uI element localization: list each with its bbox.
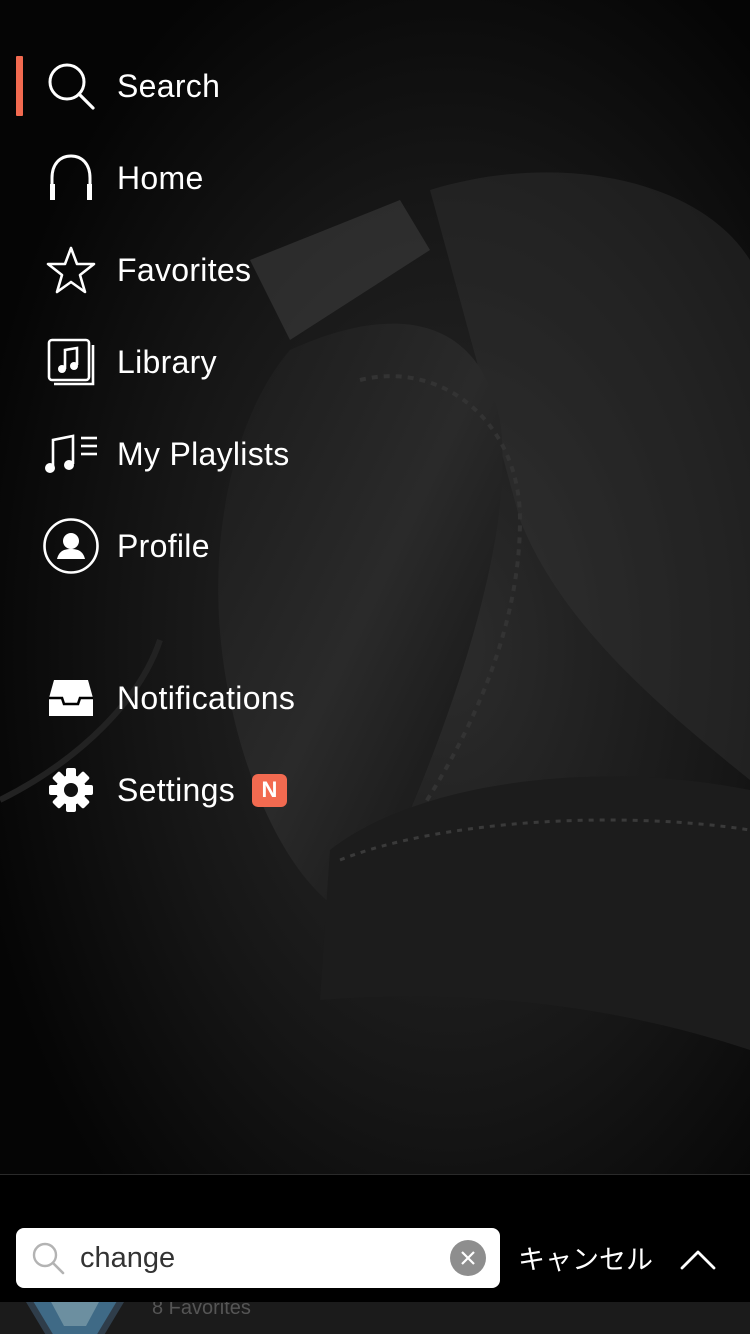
new-badge: N [252,773,287,807]
search-icon [32,1242,65,1275]
star-icon [40,239,102,301]
list-peek: 8 Favorites [0,1302,750,1334]
search-field[interactable] [16,1228,500,1288]
search-icon [40,55,102,117]
menu-item-label: Profile [117,528,210,564]
inbox-icon [40,667,102,729]
menu-item-my-playlists[interactable]: My Playlists [0,408,520,500]
active-indicator [16,56,23,116]
menu-item-label: Notifications [117,680,296,716]
menu-item-label: Home [117,160,204,196]
menu-item-label: Library [117,344,217,380]
headphones-icon [40,147,102,209]
profile-icon [40,515,102,577]
menu-item-favorites[interactable]: Favorites [0,224,520,316]
menu-item-label: Settings [117,772,236,808]
menu-item-label: My Playlists [117,436,290,472]
menu-item-search[interactable]: Search [0,40,520,132]
menu-item-home[interactable]: Home [0,132,520,224]
gear-icon [40,759,102,821]
cancel-button[interactable]: キャンセル [518,1238,653,1277]
menu-item-label: Search [117,68,221,104]
search-input[interactable] [80,1236,450,1280]
menu-item-profile[interactable]: Profile [0,500,520,592]
menu-item-notifications[interactable]: Notifications [0,652,520,744]
menu-item-library[interactable]: Library [0,316,520,408]
menu-item-label: Favorites [117,252,252,288]
music-library-icon [40,331,102,393]
album-thumbnail [26,1302,124,1334]
clear-icon[interactable] [450,1240,486,1276]
chevron-up-icon[interactable] [678,1240,718,1276]
playlist-icon [40,423,102,485]
favorites-count: 8 Favorites [152,1302,251,1319]
menu-item-settings[interactable]: Settings N [0,744,520,836]
